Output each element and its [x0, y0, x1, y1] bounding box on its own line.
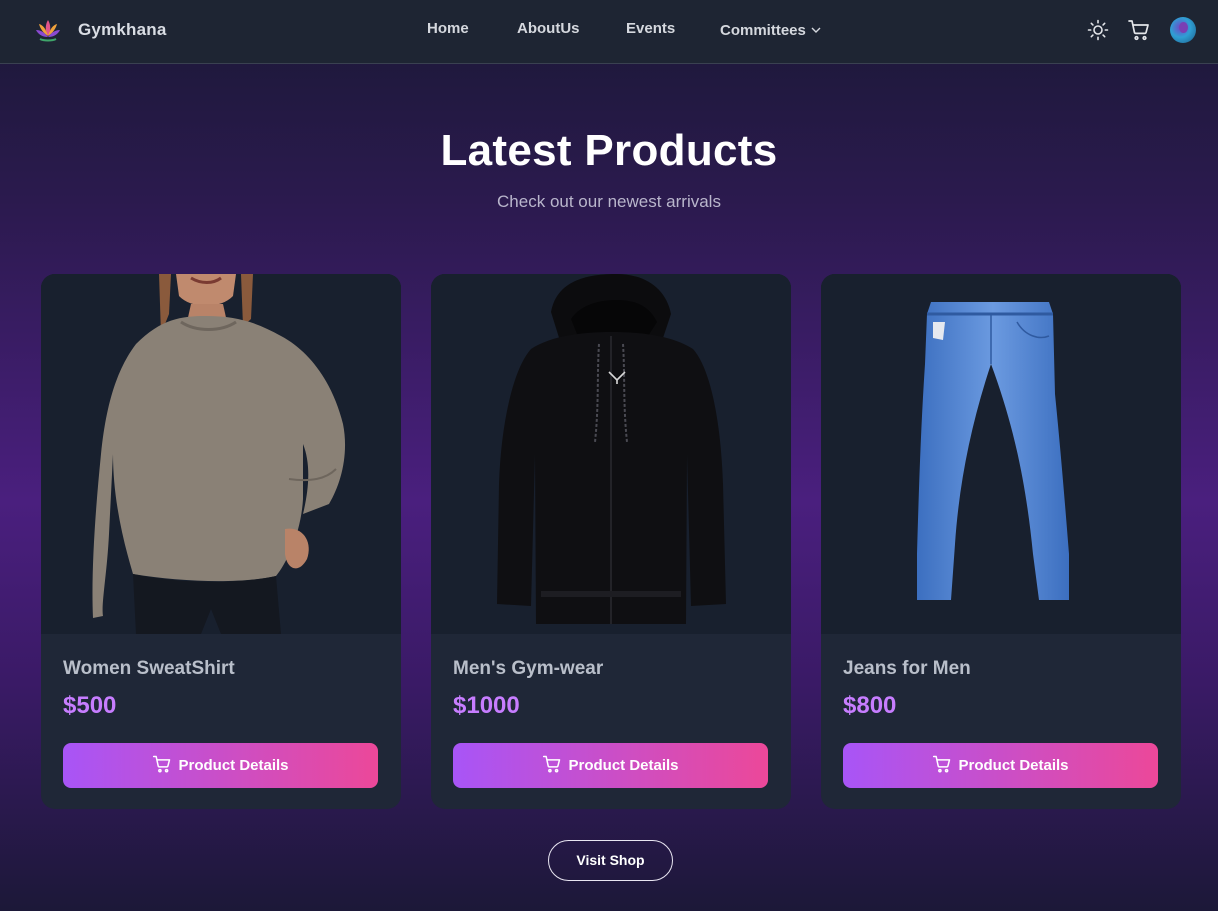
product-details-label: Product Details — [568, 757, 679, 774]
theme-toggle-sun-icon[interactable] — [1086, 18, 1110, 42]
product-price: $800 — [843, 692, 897, 719]
product-price: $500 — [63, 692, 117, 719]
product-details-button[interactable]: Product Details — [63, 743, 378, 788]
product-details-button[interactable]: Product Details — [453, 743, 768, 788]
nav-link-committees[interactable]: Committees — [720, 20, 821, 39]
nav-link-aboutus[interactable]: AboutUs — [517, 20, 580, 37]
cart-icon — [542, 747, 562, 773]
product-details-button[interactable]: Product Details — [843, 743, 1158, 788]
nav-link-events[interactable]: Events — [626, 20, 675, 37]
cart-icon — [932, 747, 952, 773]
main-nav: Home AboutUs Events Committees — [0, 20, 1218, 42]
hoodie-image[interactable] — [431, 274, 791, 634]
product-details-label: Product Details — [178, 757, 289, 774]
nav-link-home[interactable]: Home — [427, 20, 469, 37]
product-card: Men's Gym-wear $1000 Product Details — [431, 274, 791, 809]
product-card: Jeans for Men $800 Product Details — [821, 274, 1181, 809]
product-price: $1000 — [453, 692, 520, 719]
cart-icon — [152, 747, 172, 773]
product-name: Men's Gym-wear — [453, 658, 604, 679]
jeans-image[interactable] — [821, 274, 1181, 634]
user-avatar[interactable] — [1170, 17, 1196, 43]
cart-icon[interactable] — [1127, 18, 1151, 42]
product-card: Women SweatShirt $500 Product Details — [41, 274, 401, 809]
navbar: Gymkhana Home AboutUs Events Committees — [0, 0, 1218, 64]
section-title: Latest Products — [440, 126, 778, 175]
section-subtitle: Check out our newest arrivals — [497, 192, 721, 211]
product-details-label: Product Details — [958, 757, 1069, 774]
chevron-down-icon — [811, 20, 821, 37]
product-name: Women SweatShirt — [63, 658, 235, 679]
product-name: Jeans for Men — [843, 658, 971, 679]
nav-link-committees-label: Committees — [720, 22, 806, 39]
sweatshirt-image[interactable] — [41, 274, 401, 634]
visit-shop-button[interactable]: Visit Shop — [548, 840, 673, 881]
